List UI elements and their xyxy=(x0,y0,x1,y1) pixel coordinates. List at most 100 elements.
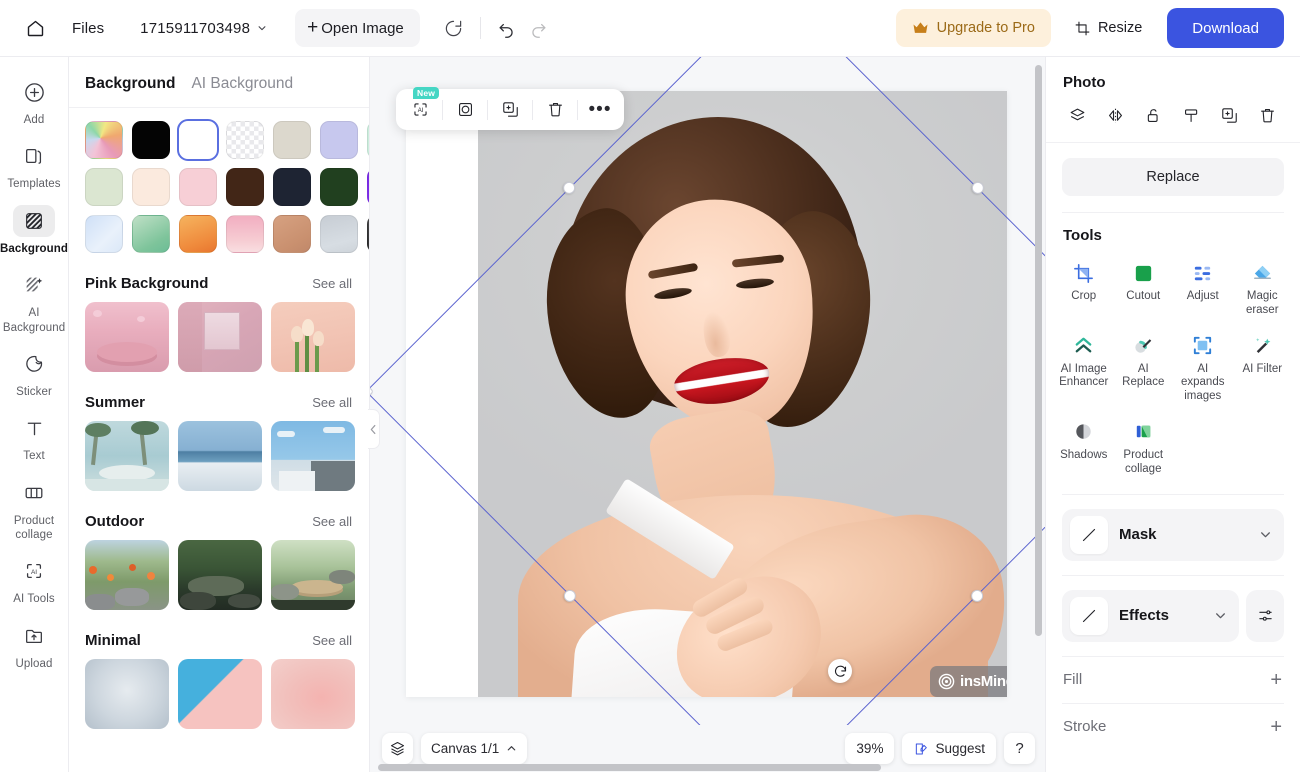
bg-thumb-zen-garden-podium[interactable] xyxy=(271,540,355,610)
tool-crop[interactable]: Crop xyxy=(1054,254,1114,323)
tab-ai-background[interactable]: AI Background xyxy=(191,75,293,93)
stroke-row[interactable]: Stroke + xyxy=(1046,704,1300,750)
swatch-periwinkle[interactable] xyxy=(320,121,358,159)
sidebar-item-product-collage[interactable]: Product collage xyxy=(4,472,65,547)
sidebar-item-sticker[interactable]: Sticker xyxy=(4,343,65,403)
see-all-minimal[interactable]: See all xyxy=(312,633,352,648)
swatch-tan-gradient[interactable] xyxy=(273,215,311,253)
cloud-sync-button[interactable] xyxy=(438,12,470,44)
duplicate-button[interactable] xyxy=(1216,102,1244,128)
swatch-forest-green[interactable] xyxy=(320,168,358,206)
tool-ai-replace[interactable]: AI Replace xyxy=(1114,327,1174,409)
swatch-blush-pink[interactable] xyxy=(179,168,217,206)
unlock-button[interactable] xyxy=(1139,102,1167,128)
upgrade-to-pro-button[interactable]: Upgrade to Pro xyxy=(895,9,1051,47)
swatch-mint[interactable] xyxy=(367,121,369,159)
home-button[interactable] xyxy=(18,11,52,45)
bg-thumb-pink-petals-podium[interactable] xyxy=(85,302,169,372)
bg-thumb-pink-soft-gradient[interactable] xyxy=(271,659,355,729)
swatch-rainbow-gradient[interactable] xyxy=(85,121,123,159)
bg-thumb-pink-curtain-window[interactable] xyxy=(178,302,262,372)
swatch-sage[interactable] xyxy=(85,168,123,206)
see-all-outdoor[interactable]: See all xyxy=(312,514,352,529)
bg-thumb-blue-pink-diagonal[interactable] xyxy=(178,659,262,729)
tool-product-collage[interactable]: Product collage xyxy=(1114,413,1174,482)
selection-handle-corner[interactable] xyxy=(370,383,374,400)
canvas-horizontal-scrollbar[interactable] xyxy=(378,764,1015,771)
swatch-navy-charcoal[interactable] xyxy=(273,168,311,206)
swatch-green-gradient[interactable] xyxy=(132,215,170,253)
flip-horizontal-button[interactable] xyxy=(1101,102,1129,128)
bg-thumb-pink-tulips[interactable] xyxy=(271,302,355,372)
cutout-button[interactable] xyxy=(447,94,483,126)
bg-thumb-flower-field-rocks[interactable] xyxy=(85,540,169,610)
tool-adjust[interactable]: Adjust xyxy=(1173,254,1233,323)
tool-ai-filter[interactable]: AI Filter xyxy=(1233,327,1293,409)
duplicate-button[interactable] xyxy=(492,94,528,126)
effects-accordion[interactable]: Effects xyxy=(1062,589,1239,642)
undo-button[interactable] xyxy=(491,12,523,44)
swatch-violet[interactable] xyxy=(367,168,369,206)
tool-cutout[interactable]: Cutout xyxy=(1114,254,1174,323)
photo-element[interactable]: insMind .com xyxy=(478,91,1007,697)
swatch-pale-blue[interactable] xyxy=(85,215,123,253)
canvas-stage[interactable]: insMind .com xyxy=(370,57,1045,725)
plus-icon[interactable]: + xyxy=(1270,670,1282,690)
sidebar-item-background[interactable]: Background xyxy=(0,200,68,260)
collapse-panel-button[interactable] xyxy=(368,409,380,449)
swatch-dark-brown[interactable] xyxy=(226,168,264,206)
tool-ai-expands-images[interactable]: AI expands images xyxy=(1173,327,1233,409)
scrollbar-thumb[interactable] xyxy=(378,764,882,771)
replace-button[interactable]: Replace xyxy=(1062,158,1284,196)
canvas-vertical-scrollbar[interactable] xyxy=(1035,65,1042,679)
sidebar-item-text[interactable]: Text xyxy=(4,407,65,467)
bg-thumb-ocean-horizon[interactable] xyxy=(178,421,262,491)
bg-thumb-forest-stream-rocks[interactable] xyxy=(178,540,262,610)
download-button[interactable]: Download xyxy=(1167,8,1284,48)
bg-thumb-soft-grey-glow[interactable] xyxy=(85,659,169,729)
tab-background[interactable]: Background xyxy=(85,75,175,93)
tool-shadows[interactable]: Shadows xyxy=(1054,413,1114,482)
layers-button[interactable] xyxy=(1063,102,1091,128)
mask-accordion[interactable]: Mask xyxy=(1062,508,1284,561)
redo-button[interactable] xyxy=(523,12,555,44)
canvas-page[interactable]: insMind .com xyxy=(406,91,1007,697)
files-menu[interactable]: Files xyxy=(72,20,104,37)
sidebar-item-ai-background[interactable]: AI Background xyxy=(3,264,65,339)
rotate-handle[interactable] xyxy=(828,659,852,683)
plus-icon[interactable]: + xyxy=(1270,717,1282,737)
bg-thumb-palm-trees-podium[interactable] xyxy=(85,421,169,491)
tool-ai-image-enhancer[interactable]: AI Image Enhancer xyxy=(1054,327,1114,409)
open-image-button[interactable]: + Open Image xyxy=(295,9,420,47)
ai-cutout-button[interactable]: New AI xyxy=(402,86,440,126)
zoom-level[interactable]: 39% xyxy=(845,733,895,764)
sidebar-item-ai-tools[interactable]: AI AI Tools xyxy=(4,550,65,610)
swatch-warm-grey[interactable] xyxy=(273,121,311,159)
swatch-cream[interactable] xyxy=(132,168,170,206)
see-all-pink-background[interactable]: See all xyxy=(312,276,352,291)
paint-roller-button[interactable] xyxy=(1178,102,1206,128)
canvas-page-selector[interactable]: Canvas 1/1 xyxy=(421,733,528,764)
swatch-transparent[interactable] xyxy=(226,121,264,159)
delete-button[interactable] xyxy=(537,94,573,126)
tool-magic-eraser[interactable]: Magic eraser xyxy=(1233,254,1293,323)
suggest-button[interactable]: Suggest xyxy=(902,733,996,764)
swatch-orange-gradient[interactable] xyxy=(179,215,217,253)
layers-button[interactable] xyxy=(382,733,413,764)
swatch-black[interactable] xyxy=(132,121,170,159)
more-options-button[interactable]: ••• xyxy=(582,94,618,126)
sidebar-item-upload[interactable]: Upload xyxy=(4,615,65,675)
swatch-white[interactable] xyxy=(179,121,217,159)
sidebar-item-templates[interactable]: Templates xyxy=(4,135,65,195)
effects-settings-button[interactable] xyxy=(1246,589,1284,642)
help-button[interactable]: ? xyxy=(1004,733,1035,764)
swatch-pink-gradient[interactable] xyxy=(226,215,264,253)
sidebar-item-add[interactable]: Add xyxy=(4,71,65,131)
delete-button[interactable] xyxy=(1254,102,1282,128)
bg-thumb-blue-sky-blocks[interactable] xyxy=(271,421,355,491)
swatch-dark-grey-gradient[interactable] xyxy=(367,215,369,253)
fill-row[interactable]: Fill + xyxy=(1046,657,1300,703)
see-all-summer[interactable]: See all xyxy=(312,395,352,410)
resize-button[interactable]: Resize xyxy=(1061,9,1155,47)
scrollbar-thumb[interactable] xyxy=(1035,65,1042,637)
